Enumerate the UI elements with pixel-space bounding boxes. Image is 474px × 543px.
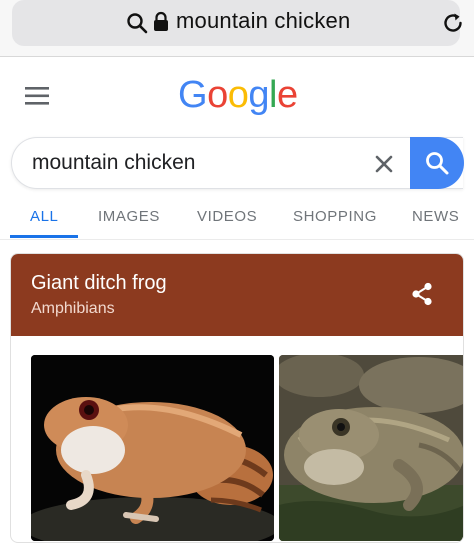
google-logo[interactable]: Google xyxy=(178,74,298,117)
logo-letter: l xyxy=(268,74,277,116)
hamburger-menu-icon[interactable] xyxy=(25,86,51,106)
knowledge-panel-header[interactable]: Giant ditch frog Amphibians xyxy=(11,254,463,336)
address-bar[interactable]: mountain chicken xyxy=(12,0,462,46)
search-icon xyxy=(426,152,449,175)
logo-letter: o xyxy=(227,74,249,116)
close-icon[interactable] xyxy=(372,152,396,176)
frog-image-2[interactable] xyxy=(279,355,463,541)
share-icon[interactable] xyxy=(411,282,433,306)
logo-letter: o xyxy=(207,74,228,116)
search-button[interactable] xyxy=(410,137,464,189)
tab-images[interactable]: IMAGES xyxy=(98,208,160,225)
tab-videos[interactable]: VIDEOS xyxy=(197,208,257,225)
knowledge-panel: Giant ditch frog Amphibians xyxy=(10,253,464,543)
logo-letter: G xyxy=(178,74,208,116)
knowledge-panel-subtitle: Amphibians xyxy=(31,300,115,317)
frog-photo-illustration xyxy=(279,355,463,541)
lock-icon xyxy=(154,11,168,31)
frog-photo-illustration xyxy=(31,355,274,541)
logo-letter: g xyxy=(248,74,269,116)
search-input[interactable]: mountain chicken xyxy=(11,137,463,189)
url-text: mountain chicken xyxy=(176,8,351,33)
search-tabs: ALL IMAGES VIDEOS SHOPPING NEWS xyxy=(0,198,474,240)
tab-all[interactable]: ALL xyxy=(30,208,59,225)
reload-icon[interactable] xyxy=(440,10,466,36)
tab-shopping[interactable]: SHOPPING xyxy=(293,208,377,225)
active-tab-indicator xyxy=(10,235,78,238)
browser-toolbar: mountain chicken xyxy=(0,0,474,57)
frog-image-1[interactable] xyxy=(31,355,274,541)
search-icon xyxy=(127,13,148,34)
tab-news[interactable]: NEWS xyxy=(412,208,459,225)
logo-letter: e xyxy=(276,74,298,116)
knowledge-panel-title: Giant ditch frog xyxy=(31,272,167,294)
search-query[interactable]: mountain chicken xyxy=(32,151,195,175)
